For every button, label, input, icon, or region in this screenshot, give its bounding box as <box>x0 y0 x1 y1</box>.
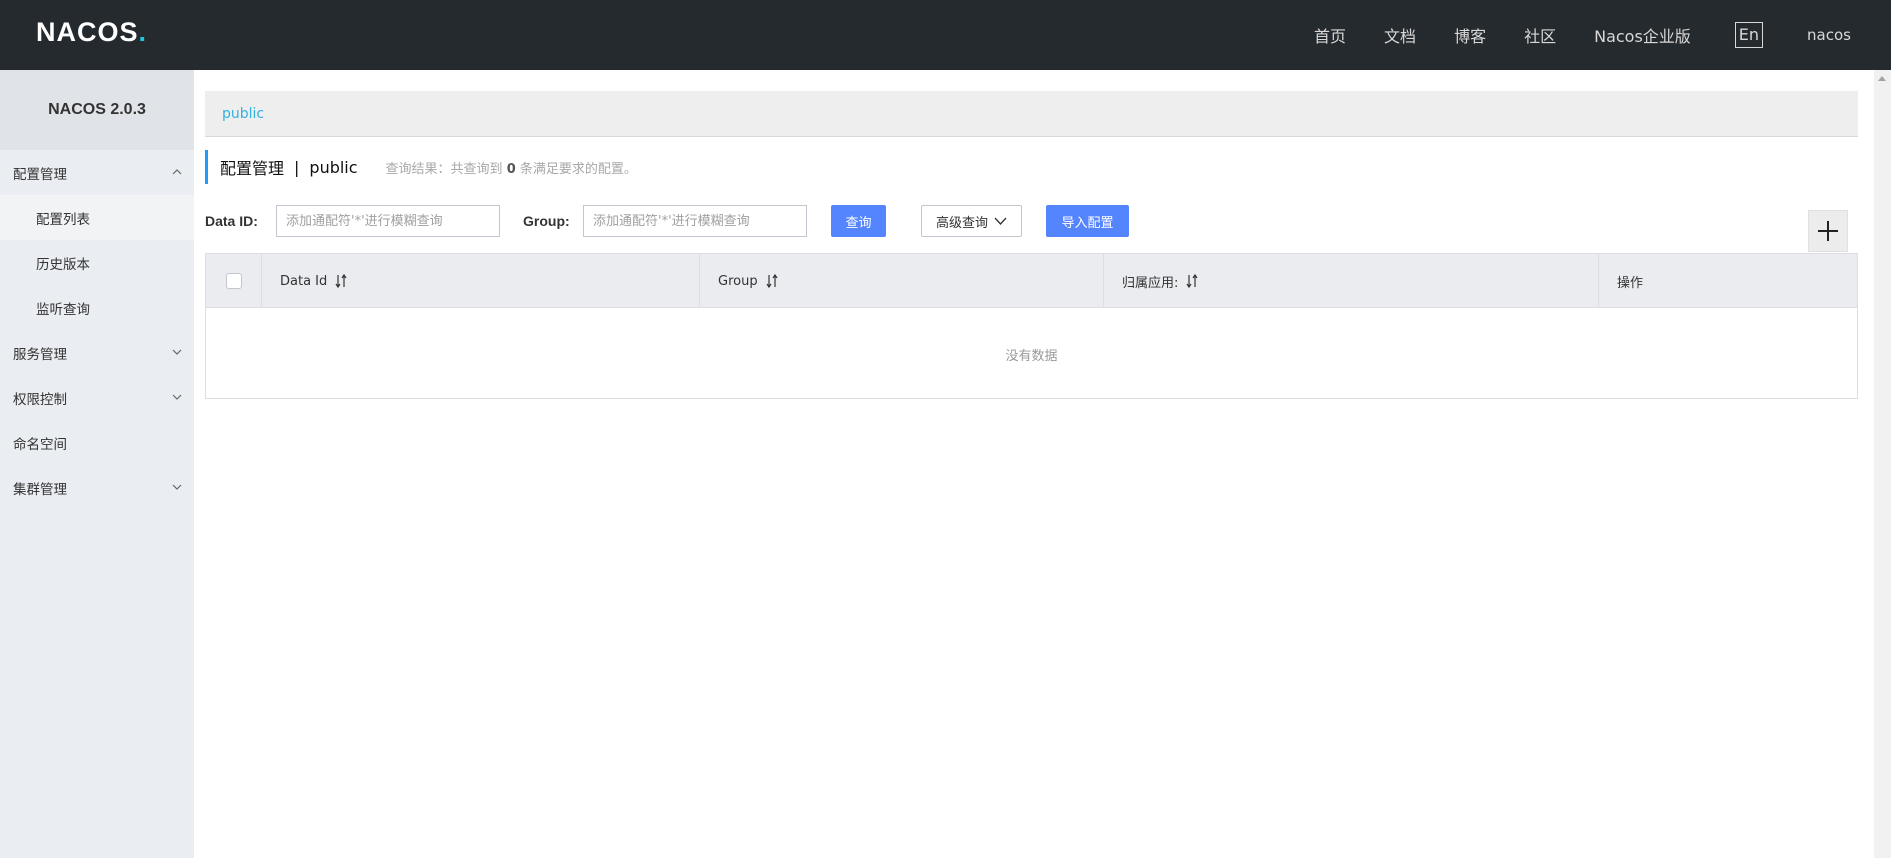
column-label: Data Id <box>280 273 328 289</box>
dataid-search-input[interactable] <box>276 205 500 237</box>
sidebar-item-config-list[interactable]: 配置列表 <box>0 195 194 240</box>
group-label: Group: <box>523 213 570 229</box>
logo-letters-cos: COS <box>77 16 139 47</box>
sidebar-item-label: 权限控制 <box>13 391 67 408</box>
chevron-down-icon <box>172 484 182 490</box>
advanced-query-label: 高级查询 <box>935 215 988 231</box>
sidebar-item-auth-control[interactable]: 权限控制 <box>0 375 194 420</box>
query-result-summary: 查询结果：共查询到 0 条满足要求的配置。 <box>386 158 637 177</box>
sort-icon[interactable] <box>335 274 347 288</box>
config-table: Data Id Group 归属应用: 操作 没有数据 <box>205 253 1858 399</box>
page-title-namespace: public <box>309 157 358 177</box>
add-config-button[interactable] <box>1808 210 1848 252</box>
column-group[interactable]: Group <box>700 254 1104 308</box>
query-button[interactable]: 查询 <box>831 205 886 237</box>
search-form: Data ID: Group: 查询 高级查询 导入配置 <box>205 205 1858 237</box>
version-label: NACOS 2.0.3 <box>0 70 194 150</box>
sidebar-item-label: 配置管理 <box>13 166 67 183</box>
advanced-query-button[interactable]: 高级查询 <box>921 205 1022 237</box>
title-separator: | <box>294 157 300 177</box>
namespace-public-link[interactable]: public <box>222 106 264 122</box>
logo-letter-a: A <box>56 16 77 47</box>
page-title: 配置管理 | public 查询结果：共查询到 0 条满足要求的配置。 <box>205 150 1105 184</box>
dataid-label: Data ID: <box>205 213 258 229</box>
language-toggle[interactable]: En <box>1734 22 1764 48</box>
sidebar-item-config-management[interactable]: 配置管理 <box>0 150 194 195</box>
column-app[interactable]: 归属应用: <box>1104 254 1599 308</box>
sort-icon[interactable] <box>766 274 778 288</box>
sidebar-item-label: 集群管理 <box>13 481 67 498</box>
sidebar-item-service-management[interactable]: 服务管理 <box>0 330 194 375</box>
sidebar-item-listener-query[interactable]: 监听查询 <box>0 285 194 330</box>
chevron-down-icon <box>172 349 182 355</box>
column-label: 归属应用: <box>1122 275 1179 291</box>
select-all-checkbox[interactable] <box>225 273 242 289</box>
logo-letter-n: N <box>36 16 57 47</box>
chevron-up-icon <box>172 169 182 175</box>
result-prefix: 查询结果：共查询到 <box>385 161 503 177</box>
result-count: 0 <box>506 161 516 177</box>
scroll-up-arrow-icon[interactable] <box>1878 76 1886 81</box>
chevron-down-icon <box>172 394 182 400</box>
user-menu[interactable]: nacos <box>1807 26 1851 44</box>
chevron-down-icon <box>994 217 1007 225</box>
import-config-button[interactable]: 导入配置 <box>1046 205 1129 237</box>
column-actions: 操作 <box>1599 254 1857 308</box>
plus-icon <box>1818 221 1838 241</box>
column-label: Group <box>718 273 758 289</box>
result-suffix: 条满足要求的配置。 <box>519 161 637 177</box>
nacos-logo[interactable]: N A COS. <box>36 16 147 48</box>
nav-blog[interactable]: 博客 <box>1454 23 1486 47</box>
sidebar-item-cluster-management[interactable]: 集群管理 <box>0 465 194 510</box>
sidebar: NACOS 2.0.3 配置管理 配置列表 历史版本 监听查询 服务管理 权限控… <box>0 70 194 858</box>
column-label: 操作 <box>1617 275 1644 291</box>
sidebar-item-label: 命名空间 <box>13 436 67 453</box>
nav-home[interactable]: 首页 <box>1314 23 1346 47</box>
table-header: Data Id Group 归属应用: 操作 <box>206 254 1857 308</box>
sidebar-item-history[interactable]: 历史版本 <box>0 240 194 285</box>
sidebar-item-label: 服务管理 <box>13 346 67 363</box>
nav-community[interactable]: 社区 <box>1524 23 1556 47</box>
namespace-bar: public <box>205 91 1858 137</box>
column-data-id[interactable]: Data Id <box>262 254 700 308</box>
sidebar-item-namespace[interactable]: 命名空间 <box>0 420 194 465</box>
nav-docs[interactable]: 文档 <box>1384 23 1416 47</box>
nav-enterprise[interactable]: Nacos企业版 <box>1594 23 1691 47</box>
group-search-input[interactable] <box>583 205 807 237</box>
logo-dot: . <box>138 16 148 47</box>
top-nav: 首页 文档 博客 社区 Nacos企业版 En nacos <box>1276 0 1851 70</box>
page-title-text: 配置管理 <box>220 159 285 178</box>
select-all-cell <box>206 254 262 308</box>
top-navbar: N A COS. 首页 文档 博客 社区 Nacos企业版 En nacos <box>0 0 1891 70</box>
sort-icon[interactable] <box>1186 274 1198 288</box>
page-scrollbar[interactable] <box>1874 70 1891 858</box>
empty-state: 没有数据 <box>1005 348 1058 364</box>
